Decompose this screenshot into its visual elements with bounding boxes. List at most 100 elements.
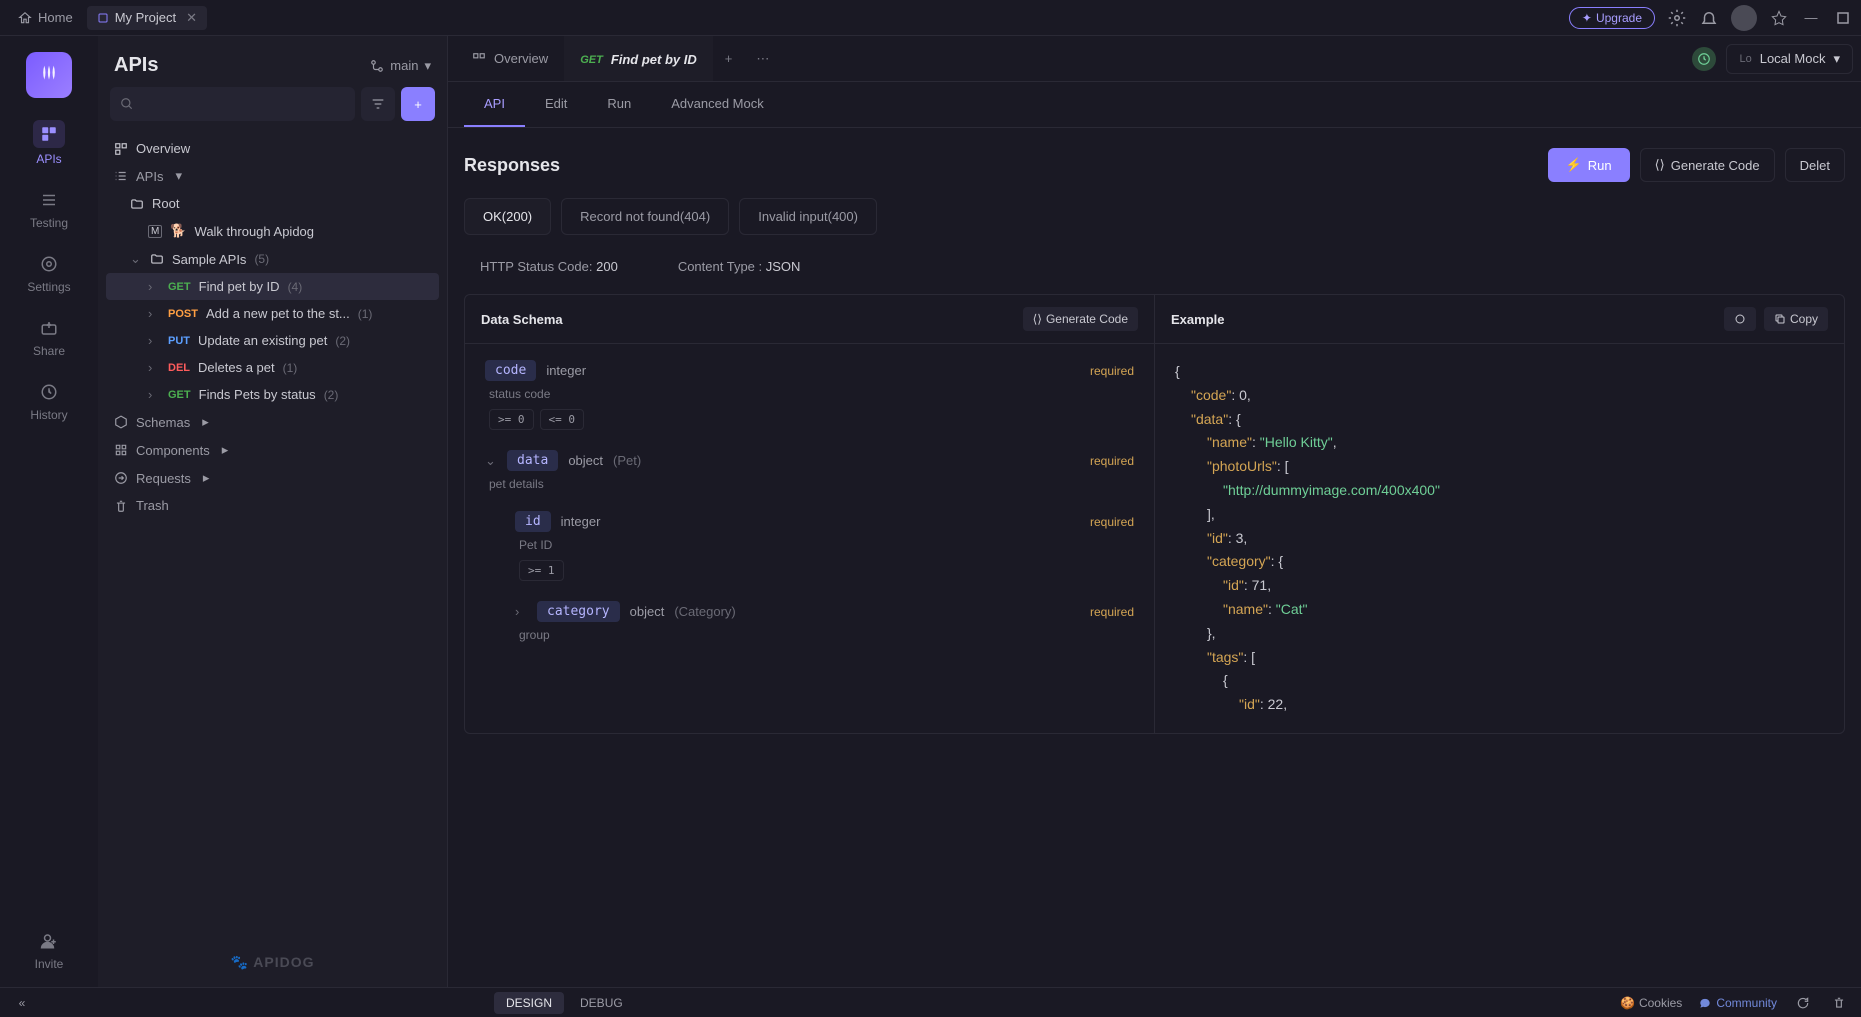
tree-root[interactable]: Root xyxy=(106,190,439,217)
field-desc: status code xyxy=(489,387,1134,401)
rail-invite[interactable]: Invite xyxy=(35,929,64,971)
field-type: object xyxy=(630,604,665,619)
field-name: data xyxy=(507,450,558,471)
rail-settings[interactable]: Settings xyxy=(27,252,70,294)
overview-label: Overview xyxy=(136,141,190,156)
tree-requests[interactable]: Requests ▸ xyxy=(106,464,439,492)
api-name: Finds Pets by status xyxy=(199,387,316,402)
tab-overview[interactable]: Overview xyxy=(456,36,564,81)
settings-icon[interactable] xyxy=(1667,8,1687,28)
minimize-icon[interactable]: — xyxy=(1801,8,1821,28)
cookies-link[interactable]: 🍪 Cookies xyxy=(1620,993,1682,1013)
avatar[interactable] xyxy=(1731,5,1757,31)
env-selector[interactable]: Lo Local Mock ▾ xyxy=(1726,44,1853,74)
pin-icon[interactable] xyxy=(1769,8,1789,28)
subtab-edit[interactable]: Edit xyxy=(525,82,587,127)
refresh-icon[interactable] xyxy=(1793,993,1813,1013)
gencode-label: Generate Code xyxy=(1671,158,1760,173)
schema-gencode-button[interactable]: ⟨⟩ Generate Code xyxy=(1023,307,1138,331)
required-badge: required xyxy=(1090,364,1134,378)
tree-api-item[interactable]: › POST Add a new pet to the st... (1) xyxy=(106,300,439,327)
constraint: >= 1 xyxy=(519,560,564,581)
method-badge: DEL xyxy=(168,362,190,374)
community-link[interactable]: Community xyxy=(1698,993,1777,1013)
tree-walkthrough[interactable]: M 🐕 Walk through Apidog xyxy=(106,217,439,245)
tree-api-item[interactable]: › PUT Update an existing pet (2) xyxy=(106,327,439,354)
search-input[interactable] xyxy=(110,87,355,121)
chevron-right-icon: ▸ xyxy=(202,414,209,430)
rail-apis[interactable]: APIs xyxy=(33,120,65,166)
share-icon xyxy=(37,316,61,340)
testing-icon xyxy=(37,188,61,212)
api-name: Find pet by ID xyxy=(199,279,280,294)
example-refresh-button[interactable] xyxy=(1724,307,1756,331)
close-icon[interactable]: ✕ xyxy=(186,10,197,26)
field-desc: group xyxy=(519,628,1134,642)
tree-trash[interactable]: Trash xyxy=(106,492,439,519)
chevron-down-icon[interactable]: ⌄ xyxy=(485,453,497,469)
tree-apis-section[interactable]: APIs ▾ xyxy=(106,162,439,190)
bell-icon[interactable] xyxy=(1699,8,1719,28)
method-badge: GET xyxy=(168,281,191,293)
code-icon: ⟨⟩ xyxy=(1033,312,1042,326)
collapse-icon[interactable]: « xyxy=(12,993,32,1013)
paw-icon: 🐾 xyxy=(230,954,253,970)
tab-more-icon[interactable]: ⋯ xyxy=(744,51,781,67)
upgrade-button[interactable]: ✦ Upgrade xyxy=(1569,7,1655,29)
field-name: code xyxy=(485,360,536,381)
required-badge: required xyxy=(1090,515,1134,529)
status-tab[interactable]: OK(200) xyxy=(464,198,551,235)
tree-api-item[interactable]: › GET Finds Pets by status (2) xyxy=(106,381,439,408)
home-button[interactable]: Home xyxy=(8,6,83,29)
rail-history[interactable]: History xyxy=(30,380,67,422)
design-mode-button[interactable]: DESIGN xyxy=(494,992,564,1014)
branch-name: main xyxy=(390,58,418,73)
tree-api-item[interactable]: › GET Find pet by ID (4) xyxy=(106,273,439,300)
chevron-down-icon: ⌄ xyxy=(130,251,142,267)
sample-apis-label: Sample APIs xyxy=(172,252,246,267)
add-button[interactable]: + xyxy=(401,87,435,121)
maximize-icon[interactable] xyxy=(1833,8,1853,28)
logo[interactable] xyxy=(26,52,72,98)
subtab-mock[interactable]: Advanced Mock xyxy=(651,82,784,127)
api-count: (2) xyxy=(335,334,350,348)
debug-mode-button[interactable]: DEBUG xyxy=(568,992,635,1014)
tree-components[interactable]: Components ▸ xyxy=(106,436,439,464)
method-badge: PUT xyxy=(168,335,190,347)
rail-testing[interactable]: Testing xyxy=(30,188,68,230)
api-count: (4) xyxy=(288,280,303,294)
chevron-down-icon: ▾ xyxy=(424,58,431,74)
chevron-right-icon[interactable]: › xyxy=(515,604,527,619)
subtab-run[interactable]: Run xyxy=(587,82,651,127)
footer-logo: 🐾 APIDOG xyxy=(98,938,447,987)
gencode-button[interactable]: ⟨⟩ Generate Code xyxy=(1640,148,1775,182)
field-desc: pet details xyxy=(489,477,1134,491)
chevron-right-icon: ▸ xyxy=(203,470,210,486)
root-label: Root xyxy=(152,196,179,211)
tab-active[interactable]: GET Find pet by ID xyxy=(564,36,713,81)
tree-sample-apis[interactable]: ⌄ Sample APIs (5) xyxy=(106,245,439,273)
api-name: Deletes a pet xyxy=(198,360,275,375)
rail-share[interactable]: Share xyxy=(33,316,65,358)
status-tab[interactable]: Invalid input(400) xyxy=(739,198,877,235)
env-indicator[interactable] xyxy=(1692,47,1716,71)
copy-button[interactable]: Copy xyxy=(1764,307,1828,331)
project-tab[interactable]: My Project ✕ xyxy=(87,6,207,30)
api-name: Add a new pet to the st... xyxy=(206,306,350,321)
status-tab[interactable]: Record not found(404) xyxy=(561,198,729,235)
delete-label: Delet xyxy=(1800,158,1830,173)
run-button[interactable]: ⚡ Run xyxy=(1548,148,1630,182)
run-label: Run xyxy=(1588,158,1612,173)
trash-icon[interactable] xyxy=(1829,993,1849,1013)
subtab-api[interactable]: API xyxy=(464,82,525,127)
tree-schemas[interactable]: Schemas ▸ xyxy=(106,408,439,436)
sidebar-title: APIs xyxy=(114,54,158,77)
delete-button[interactable]: Delet xyxy=(1785,148,1845,182)
tab-add-button[interactable]: + xyxy=(713,51,745,66)
filter-button[interactable] xyxy=(361,87,395,121)
tree-api-item[interactable]: › DEL Deletes a pet (1) xyxy=(106,354,439,381)
apis-icon xyxy=(33,120,65,148)
components-label: Components xyxy=(136,443,210,458)
branch-selector[interactable]: main ▾ xyxy=(370,58,431,74)
tree-overview[interactable]: Overview xyxy=(106,135,439,162)
